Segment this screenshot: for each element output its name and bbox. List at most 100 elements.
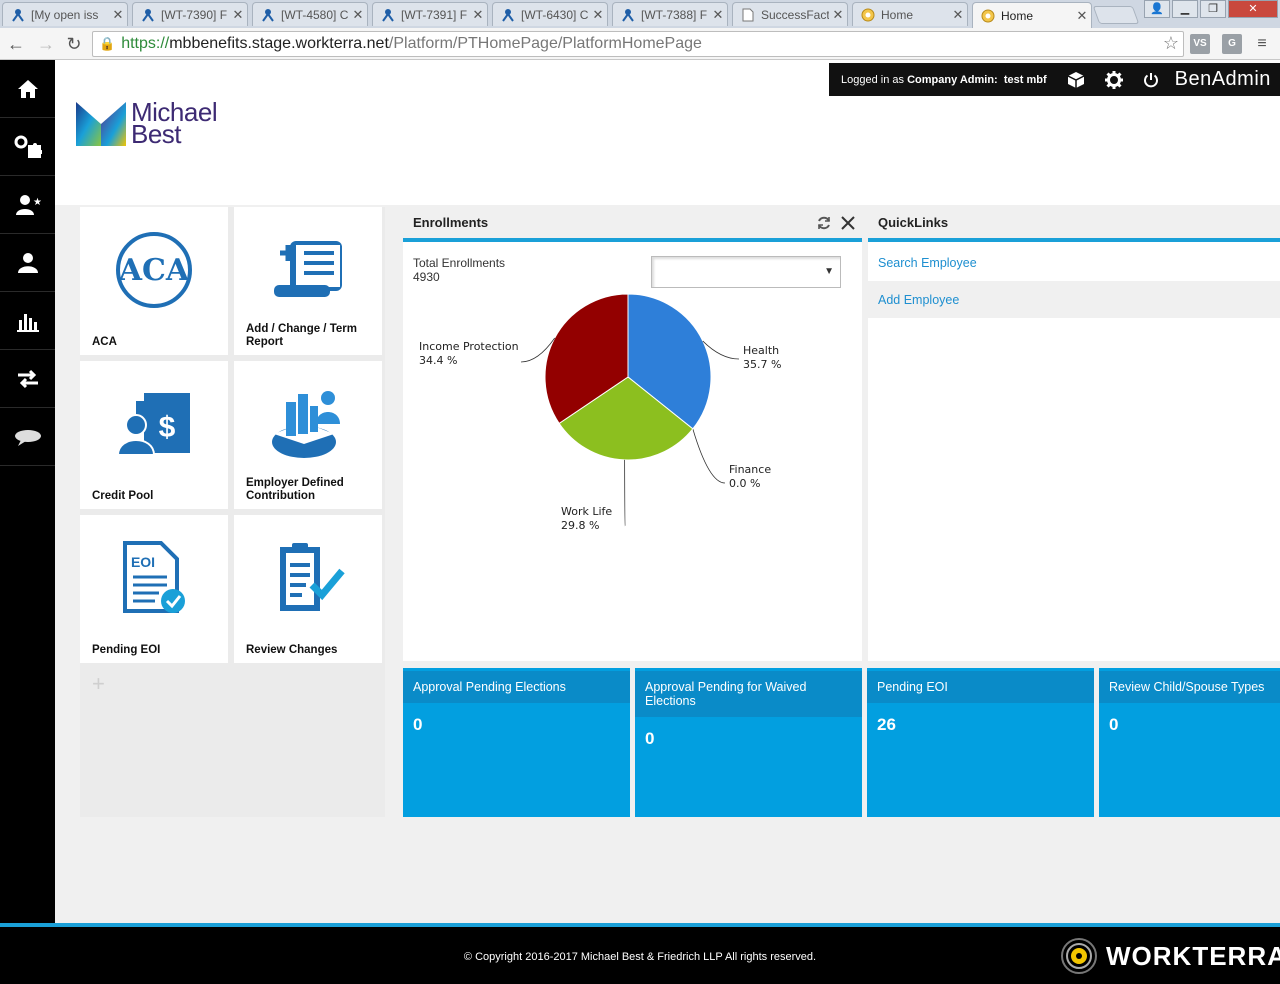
browser-tab[interactable]: SuccessFact ✕: [732, 2, 848, 26]
stat-label: Review Child/Spouse Types: [1099, 668, 1280, 703]
review-changes-icon: [234, 533, 382, 623]
tile-label: Add / Change / Term Report: [246, 323, 357, 348]
stat-approval-pending-elections[interactable]: Approval Pending Elections 0: [403, 668, 630, 817]
extension-g-icon[interactable]: G: [1222, 34, 1242, 54]
user-name: test mbf: [1003, 73, 1047, 86]
bookmark-star-icon[interactable]: ☆: [1163, 33, 1179, 54]
tab-close-icon[interactable]: ✕: [349, 7, 367, 23]
report-scroll-icon: [234, 225, 382, 315]
tile-label: Review Changes: [246, 644, 338, 656]
quicklink-add-employee[interactable]: Add Employee: [868, 281, 1280, 318]
back-icon[interactable]: ←: [4, 32, 28, 56]
restore-icon[interactable]: ❐: [1200, 0, 1226, 18]
browser-tab[interactable]: [WT-7388] F ✕: [612, 2, 728, 26]
tab-label: [WT-6430] C: [521, 7, 589, 22]
forward-icon[interactable]: →: [34, 32, 58, 56]
stat-value: 0: [645, 729, 655, 748]
quicklinks-title: QuickLinks: [878, 215, 949, 230]
jira-icon: [141, 8, 155, 22]
user-star-icon[interactable]: ★: [0, 176, 55, 234]
globe-icon: [861, 8, 875, 22]
stat-approval-pending-waived[interactable]: Approval Pending for Waived Elections 0: [635, 668, 862, 817]
user-role: Company Admin:: [907, 73, 998, 86]
jira-icon: [261, 8, 275, 22]
bar-chart-icon[interactable]: [0, 292, 55, 350]
pie-label: Finance: [729, 463, 771, 476]
stat-label: Approval Pending Elections: [403, 668, 630, 703]
quicklink-search-employee[interactable]: Search Employee: [868, 244, 1280, 281]
package-icon[interactable]: [1067, 71, 1085, 89]
refresh-icon[interactable]: [816, 215, 832, 234]
menu-icon[interactable]: ≡: [1252, 34, 1272, 54]
user-icon[interactable]: [0, 234, 55, 292]
svg-text:ACA: ACA: [118, 253, 190, 288]
browser-tab-active[interactable]: Home ✕: [972, 2, 1092, 28]
jira-icon: [381, 8, 395, 22]
browser-tab[interactable]: [WT-6430] C ✕: [492, 2, 608, 26]
stat-label: Approval Pending for Waived Elections: [635, 668, 862, 717]
url-path: /Platform/PTHomePage/PlatformHomePage: [388, 35, 702, 52]
tile-label: Employer Defined Contribution: [246, 477, 344, 502]
panel-close-icon[interactable]: [840, 215, 856, 234]
tab-close-icon[interactable]: ✕: [1073, 8, 1091, 24]
stat-review-child-spouse-types[interactable]: Review Child/Spouse Types 0: [1099, 668, 1280, 817]
gear-icon[interactable]: [1104, 70, 1123, 89]
user-bar: Logged in as Company Admin: test mbf Ben…: [829, 63, 1280, 96]
company-logo: Michael Best: [76, 99, 218, 147]
browser-tab[interactable]: [WT-7391] F ✕: [372, 2, 488, 26]
quicklinks-list: Search Employee Add Employee: [868, 242, 1280, 318]
footer: © Copyright 2016-2017 Michael Best & Fri…: [0, 927, 1280, 984]
transfer-icon[interactable]: [0, 350, 55, 408]
new-tab-button[interactable]: [1092, 6, 1140, 24]
url-scheme: https://: [121, 35, 170, 52]
pie-value-label: 0.0 %: [729, 477, 760, 490]
tile-pending-eoi[interactable]: EOI Pending EOI: [80, 515, 228, 663]
enrollments-panel: Enrollments Total Enrollments 4930 ▼ Hea…: [403, 207, 862, 661]
browser-toolbar: ← → ↻ 🔒 https://mbbenefits.stage.workter…: [0, 28, 1280, 60]
tab-close-icon[interactable]: ✕: [589, 7, 607, 23]
browser-tab[interactable]: [My open iss ✕: [2, 2, 128, 26]
jira-icon: [11, 8, 25, 22]
stat-value: 0: [1109, 715, 1119, 734]
tab-close-icon[interactable]: ✕: [709, 7, 727, 23]
browser-tab[interactable]: [WT-4580] C ✕: [252, 2, 368, 26]
browser-tab[interactable]: Home ✕: [852, 2, 968, 26]
aca-icon: ACA: [80, 225, 228, 315]
power-icon[interactable]: [1143, 72, 1159, 88]
main-area: Logged in as Company Admin: test mbf Ben…: [55, 60, 1280, 923]
reload-icon[interactable]: ↻: [62, 32, 86, 56]
jira-icon: [501, 8, 515, 22]
home-icon[interactable]: [0, 60, 55, 118]
tab-close-icon[interactable]: ✕: [829, 7, 847, 23]
tile-label: ACA: [92, 336, 117, 348]
globe-icon: [981, 9, 995, 23]
tile-aca[interactable]: ACA ACA: [80, 207, 228, 355]
tile-credit-pool[interactable]: $ Credit Pool: [80, 361, 228, 509]
tab-close-icon[interactable]: ✕: [229, 7, 247, 23]
extension-vs-icon[interactable]: VS: [1190, 34, 1210, 54]
tile-add-change-term-report[interactable]: Add / Change / Term Report: [234, 207, 382, 355]
enrollments-header: Enrollments: [403, 207, 862, 242]
url-host: mbbenefits.stage.workterra.net: [169, 35, 389, 52]
puzzle-icon[interactable]: [0, 118, 55, 176]
left-nav: ★: [0, 60, 55, 926]
address-bar[interactable]: 🔒 https://mbbenefits.stage.workterra.net…: [92, 31, 1184, 57]
tab-close-icon[interactable]: ✕: [109, 7, 127, 23]
employer-contribution-icon: [234, 379, 382, 469]
minimize-icon[interactable]: ▁: [1172, 0, 1198, 18]
tab-label: [My open iss: [31, 7, 99, 22]
stat-pending-eoi[interactable]: Pending EOI 26: [867, 668, 1094, 817]
product-brand: BenAdmin: [1174, 68, 1271, 90]
window-close-icon[interactable]: ✕: [1228, 0, 1278, 18]
tab-close-icon[interactable]: ✕: [469, 7, 487, 23]
tile-employer-defined-contribution[interactable]: Employer Defined Contribution: [234, 361, 382, 509]
user-profile-icon[interactable]: 👤: [1144, 0, 1170, 18]
eoi-document-icon: EOI: [80, 533, 228, 623]
add-tile-button[interactable]: +: [92, 671, 105, 697]
tile-review-changes[interactable]: Review Changes: [234, 515, 382, 663]
tab-close-icon[interactable]: ✕: [949, 7, 967, 23]
chat-icon[interactable]: [0, 408, 55, 466]
pie-label: Health: [743, 344, 779, 357]
pie-value-label: 34.4 %: [419, 354, 457, 367]
browser-tab[interactable]: [WT-7390] F ✕: [132, 2, 248, 26]
